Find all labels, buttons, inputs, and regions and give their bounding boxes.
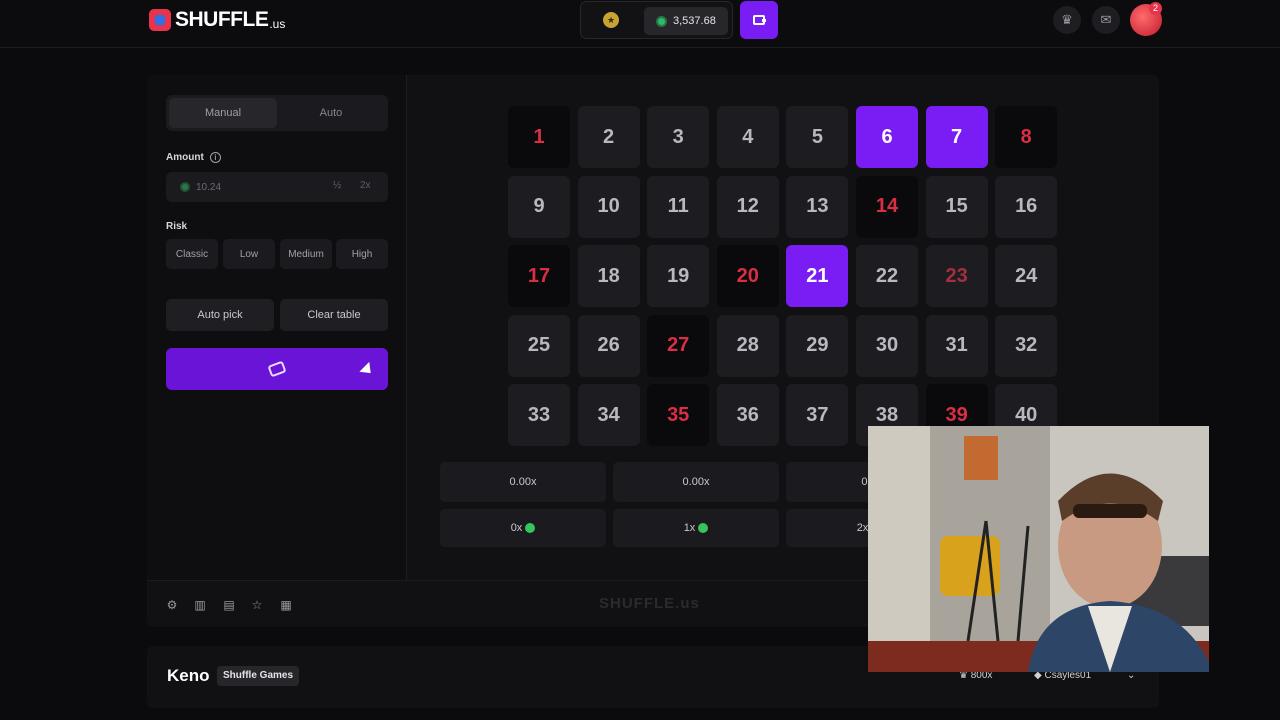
board-cell[interactable]: 32 — [995, 314, 1058, 377]
site-logo[interactable]: SHUFFLE .us — [149, 7, 285, 33]
risk-classic[interactable]: Classic — [166, 239, 218, 269]
balance-value: 3,537.68 — [673, 15, 716, 27]
board-cell[interactable]: 24 — [995, 245, 1058, 308]
logo-text: SHUFFLE — [175, 8, 269, 31]
gem-icon — [698, 523, 709, 533]
board-cell[interactable]: 3 — [647, 106, 710, 168]
tab-auto[interactable]: Auto — [277, 98, 385, 128]
board-cell-drawn[interactable]: 14 — [856, 175, 918, 238]
amount-label-text: Amount — [166, 152, 204, 163]
board-cell-drawn[interactable]: 27 — [647, 314, 710, 377]
notification-badge: 2 — [1149, 2, 1162, 15]
board-cell-drawn[interactable]: 1 — [508, 106, 570, 168]
board-cell[interactable]: 33 — [508, 384, 570, 447]
board-cell-drawn[interactable]: 8 — [995, 106, 1058, 168]
board-cell[interactable]: 25 — [508, 314, 570, 377]
risk-medium[interactable]: Medium — [280, 239, 332, 269]
board-cell[interactable]: 11 — [647, 175, 710, 238]
gem-icon — [525, 523, 536, 533]
mode-tabs: Manual Auto — [166, 95, 388, 131]
board-cell[interactable]: 28 — [716, 314, 779, 377]
auto-pick-button[interactable]: Auto pick — [166, 299, 274, 331]
stats-icon[interactable]: ▤ — [222, 598, 236, 612]
board-cell[interactable]: 29 — [786, 314, 849, 377]
hit-count-cell: 0x — [440, 509, 606, 547]
amount-field[interactable]: 10.24 ½ 2x — [166, 172, 388, 202]
wallet-button[interactable] — [740, 1, 778, 39]
board-cell[interactable]: 16 — [995, 175, 1058, 238]
hit-count-cell: 1x — [613, 509, 779, 547]
board-cell[interactable]: 31 — [925, 314, 988, 377]
chat-icon[interactable]: ✉ — [1092, 6, 1120, 34]
board-cell[interactable]: 18 — [577, 245, 640, 308]
hit-count-label: 2x — [856, 522, 869, 534]
star-icon[interactable]: ☆ — [250, 598, 264, 612]
balance-display[interactable]: 3,537.68 — [644, 7, 728, 35]
play-icon — [267, 360, 287, 378]
clear-table-button[interactable]: Clear table — [280, 299, 388, 331]
hit-count-label: 0x — [510, 522, 523, 534]
volume-icon[interactable]: ▥ — [193, 598, 207, 612]
board-cell[interactable]: 19 — [647, 245, 710, 308]
board-cell[interactable]: 36 — [716, 384, 779, 447]
webcam-image — [868, 426, 1209, 672]
gem-icon — [656, 15, 667, 27]
double-button[interactable]: 2x — [360, 180, 371, 191]
board-cell[interactable]: 23 — [925, 245, 988, 308]
info-icon[interactable]: i — [209, 152, 221, 163]
wallet-panel: ★ 3,537.68 — [580, 1, 733, 39]
hit-count-label: 1x — [683, 522, 696, 534]
board-cell-drawn[interactable]: 17 — [508, 245, 570, 308]
bet-controls: Manual Auto Amount i 10.24 ½ 2x Risk Clas… — [147, 75, 407, 580]
board-cell[interactable]: 34 — [577, 384, 640, 447]
board-cell-picked[interactable]: 21 — [786, 245, 849, 308]
board-cell[interactable]: 15 — [925, 175, 988, 238]
crown-icon[interactable]: ♛ — [1053, 6, 1081, 34]
board-cell[interactable]: 5 — [786, 106, 849, 168]
shuffle-watermark: SHUFFLE.us — [599, 595, 700, 612]
board-cell[interactable]: 26 — [577, 314, 640, 377]
board-cell-picked[interactable]: 6 — [856, 106, 918, 168]
logo-mark-icon — [149, 9, 171, 31]
risk-high[interactable]: High — [336, 239, 388, 269]
board-cell[interactable]: 9 — [508, 175, 570, 238]
half-button[interactable]: ½ — [333, 180, 341, 191]
board-cell[interactable]: 2 — [577, 106, 640, 168]
settings-icon[interactable]: ⚙ — [165, 598, 179, 612]
board-cell[interactable]: 4 — [716, 106, 779, 168]
risk-low[interactable]: Low — [223, 239, 275, 269]
tab-manual[interactable]: Manual — [169, 98, 277, 128]
board-cell[interactable]: 12 — [716, 175, 779, 238]
top-bar: SHUFFLE .us ★ 3,537.68 ♛ ✉ 2 — [0, 0, 1280, 48]
game-title: Keno — [167, 666, 210, 685]
board-cell-drawn[interactable]: 35 — [647, 384, 710, 447]
board-cell[interactable]: 37 — [786, 384, 849, 447]
amount-label: Amount i — [166, 152, 221, 163]
provider-badge[interactable]: Shuffle Games — [217, 666, 300, 686]
gem-icon — [180, 182, 190, 192]
board-cell[interactable]: 30 — [856, 314, 918, 377]
bet-button[interactable] — [166, 348, 388, 390]
board-cell[interactable]: 22 — [856, 245, 918, 308]
webcam-overlay — [868, 426, 1209, 672]
board-cell-picked[interactable]: 7 — [925, 106, 988, 168]
risk-label: Risk — [166, 221, 188, 232]
logo-suffix: .us — [269, 17, 286, 31]
coin-icon[interactable]: ★ — [603, 12, 619, 28]
board-cell[interactable]: 13 — [786, 175, 849, 238]
wallet-icon — [753, 15, 766, 25]
multiplier-cell: 0.00x — [440, 462, 606, 502]
amount-value: 10.24 — [196, 181, 222, 193]
fairness-icon[interactable]: ▦ — [279, 598, 293, 612]
multiplier-cell: 0.00x — [613, 462, 779, 502]
board-cell[interactable]: 10 — [577, 175, 640, 238]
board-cell-drawn[interactable]: 20 — [716, 245, 779, 308]
